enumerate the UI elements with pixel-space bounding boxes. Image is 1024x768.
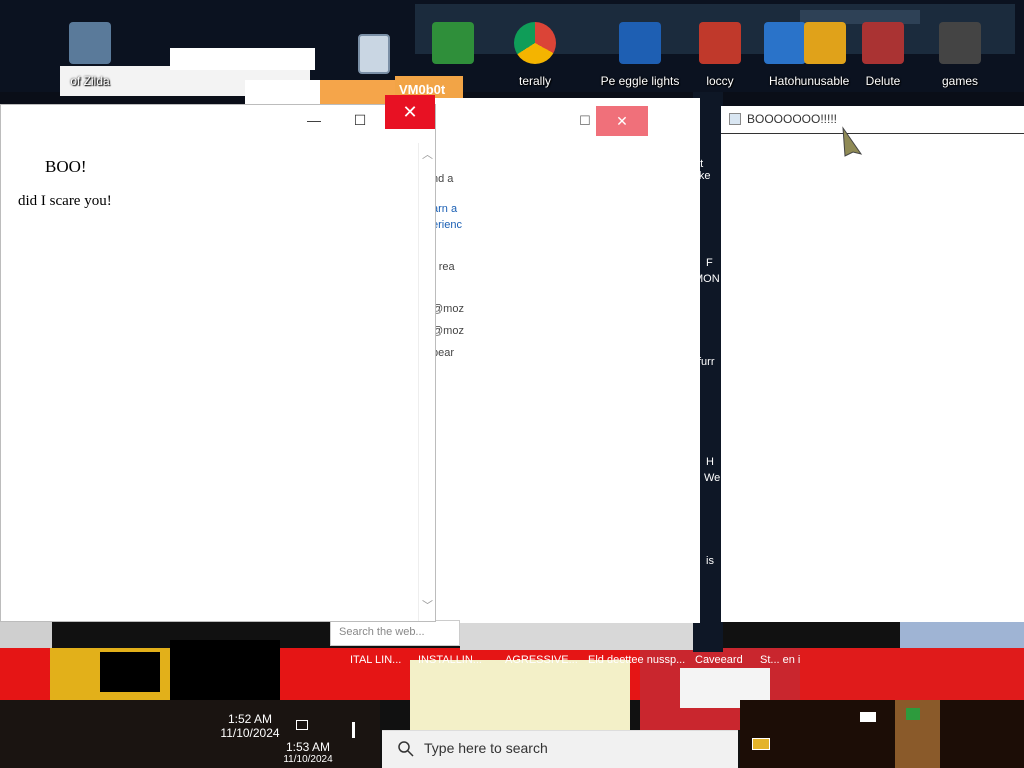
desktop-icon-label: Delute: [865, 74, 901, 88]
boo-main-window-titlebar[interactable]: — ☐: [1, 105, 435, 135]
desktop-icon-label: of Zilda: [70, 74, 110, 88]
side-label: H: [706, 456, 714, 468]
content-fragment: @moz: [432, 325, 464, 337]
network-icon[interactable]: [352, 722, 362, 738]
window-title: BOOOOOOO!!!!!: [747, 112, 838, 126]
taskbar-app-icon[interactable]: [906, 708, 920, 720]
page-heading: BOO!: [45, 157, 87, 176]
page-text: did I scare you!: [18, 193, 112, 209]
app-icon: [699, 22, 741, 64]
boo-main-window[interactable]: — ☐ ✕ BOO! did I scare you! ︿ ﹀: [0, 95, 436, 622]
app-icon: [619, 22, 661, 64]
desktop-icon-label: games: [941, 74, 979, 88]
middle-window-content: nd a arn a erienc - rea @moz @moz bear: [430, 143, 700, 623]
app-icon: [804, 22, 846, 64]
desktop-icon-label[interactable]: Eld deettee nussp...: [588, 654, 685, 666]
middle-window[interactable]: ☐ ✕ nd a arn a erienc - rea @moz @moz be…: [430, 98, 700, 623]
chrome-icon: [514, 22, 556, 64]
desktop-icon-label: terally: [518, 74, 551, 88]
bottom-icon-labels: ITAL LIN... INSTALLIN... AGRESSIVE... El…: [350, 654, 810, 670]
clock-time: 1:53 AM: [285, 740, 331, 754]
taskbar-clock[interactable]: 1:52 AM 11/10/2024: [220, 712, 280, 740]
desktop-icon[interactable]: Pe eggle lights: [601, 18, 679, 88]
clock-time: 1:52 AM: [227, 712, 273, 726]
side-icon-strip: at like F MON furr H We is: [694, 100, 722, 650]
clock-date: 11/10/2024: [220, 726, 280, 740]
middle-window-titlebar[interactable]: ☐ ✕: [430, 98, 700, 138]
search-icon: [398, 741, 414, 757]
link-fragment[interactable]: erienc: [432, 219, 462, 231]
boo-right-window-titlebar[interactable]: BOOOOOOO!!!!!: [721, 106, 1024, 134]
web-search-placeholder: Search the web...: [339, 626, 425, 638]
desktop-icon-label[interactable]: AGRESSIVE...: [505, 654, 578, 666]
desktop-icon-label[interactable]: St... en i: [760, 654, 800, 666]
desktop-icon[interactable]: games: [925, 18, 995, 88]
window-app-icon: [729, 113, 741, 125]
minimize-button[interactable]: —: [291, 105, 337, 135]
app-icon: [862, 22, 904, 64]
side-label: is: [706, 555, 714, 567]
app-icon: [939, 22, 981, 64]
desktop-icon[interactable]: Delute: [848, 18, 918, 88]
boo-right-window[interactable]: BOOOOOOO!!!!!: [721, 106, 1024, 622]
close-button[interactable]: ✕: [385, 95, 435, 129]
cursor-icon: [842, 126, 863, 157]
desktop-icon-label: Pe eggle lights: [600, 74, 680, 88]
clock-date: 11/10/2024: [283, 754, 333, 765]
side-label: MON: [694, 273, 720, 285]
web-search-box[interactable]: Search the web...: [330, 620, 460, 646]
desktop-icon-label[interactable]: Caveeard: [695, 654, 743, 666]
maximize-button[interactable]: ☐: [337, 105, 383, 135]
taskbar-app-icon[interactable]: [860, 712, 876, 722]
side-label: We: [704, 472, 721, 484]
recycle-bin-icon-image: [358, 34, 390, 74]
side-label: at like: [694, 158, 711, 182]
close-button[interactable]: ✕: [596, 106, 648, 136]
side-label: F: [706, 257, 713, 269]
desktop-icon-label[interactable]: INSTALLIN...: [418, 654, 482, 666]
taskbar-clock[interactable]: 1:53 AM 11/10/2024: [278, 740, 338, 765]
taskbar-app-icon[interactable]: [752, 738, 770, 750]
taskbar-search-box[interactable]: Type here to search: [382, 730, 738, 768]
desktop-icon[interactable]: of Zilda: [55, 18, 125, 88]
desktop-icon-label[interactable]: ITAL LIN...: [350, 654, 401, 666]
content-fragment: @moz: [432, 303, 464, 315]
scroll-down-icon[interactable]: ﹀: [419, 598, 436, 615]
desktop-icon[interactable]: terally: [500, 18, 570, 88]
taskbar-search-text: Type here to search: [424, 740, 548, 756]
side-label: furr: [698, 356, 715, 368]
notification-icon[interactable]: [296, 720, 308, 730]
app-icon: [69, 22, 111, 64]
scroll-up-icon[interactable]: ︿: [419, 147, 436, 164]
app-icon: [432, 22, 474, 64]
vertical-scrollbar[interactable]: ︿ ﹀: [418, 143, 435, 621]
